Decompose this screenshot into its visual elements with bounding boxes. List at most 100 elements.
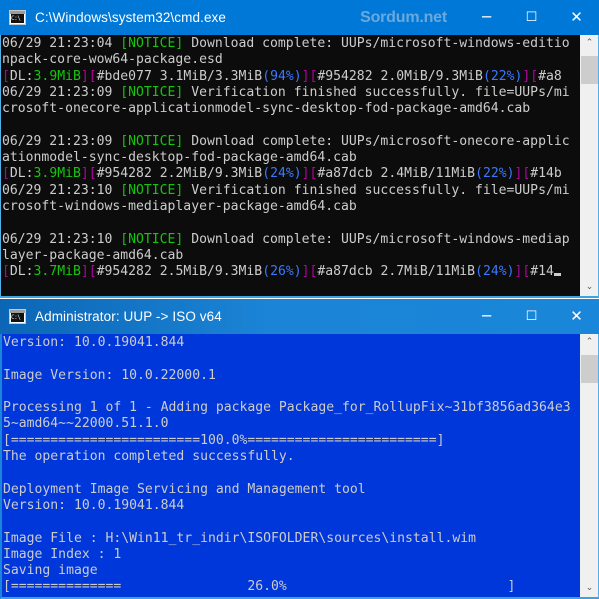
scrollbar-thumb[interactable] [581,355,598,383]
console-line: Image Index : 1 [3,547,580,563]
console-line: Deployment Image Servicing and Managemen… [3,482,580,498]
console-span: 5~amd64~~22000.51.1.0 [3,416,169,432]
console-span: [========================100.0%=========… [3,432,445,448]
sordum-watermark: Sordum.net [360,8,447,26]
console-span: 06/29 21:23:10 [2,231,121,247]
console-span: ] [80,264,89,280]
console-cursor [553,273,561,277]
console-line: 06/29 21:23:09 [NOTICE] Verification fin… [2,85,580,101]
console-line: npack-core-wow64-package.esd [2,52,580,68]
scroll-up-icon[interactable]: ⌃ [581,334,598,351]
console-span: 06/29 21:23:10 [2,182,121,198]
uup-titlebar[interactable]: Administrator: UUP -> ISO v64 ─ ☐ ✕ [0,299,599,334]
console-span: [NOTICE] [120,84,184,100]
console-line: [DL:3.9MiB][#bde077 3.1MiB/3.3MiB(94%)][… [2,69,580,85]
console-line: The operation completed successfully. [3,449,580,465]
console-span: Download complete: UUPs/microsoft-onecor… [183,133,570,149]
cmd-titlebar[interactable]: C:\Windows\system32\cmd.exe Sordum.net ─… [0,0,599,35]
console-span: (24%) [475,264,515,280]
console-span: (94%) [262,68,302,84]
scrollbar-thumb[interactable] [581,56,598,84]
uup-window-controls: ─ ☐ ✕ [464,299,599,334]
console-span: Download complete: UUPs/microsoft-window… [183,231,570,247]
cmd-console-area: 06/29 21:23:04 [NOTICE] Download complet… [0,35,599,298]
cmd-scrollbar[interactable]: ⌃ ⌄ [580,35,598,296]
console-span: Verification finished successfully. file… [183,84,570,100]
console-span: [ [88,264,97,280]
console-span: (22%) [482,68,523,84]
console-span: [ [2,68,10,84]
console-line: Version: 10.0.19041.844 [3,498,580,514]
cmd-app-icon[interactable] [9,10,26,25]
console-span: [ [88,68,97,84]
console-span: [NOTICE] [120,231,184,247]
console-span: npack-core-wow64-package.esd [2,52,223,68]
uup-window: Administrator: UUP -> ISO v64 ─ ☐ ✕ Vers… [0,299,599,599]
console-span: ] [80,68,89,84]
cmd-window-controls: ─ ☐ ✕ [464,0,599,35]
console-span: Saving image [3,563,98,579]
console-span: ] [301,166,310,182]
console-span: crosoft-onecore-applicationmodel-sync-de… [2,101,531,117]
console-span: Verification finished successfully. file… [183,182,570,198]
console-span: Processing 1 of 1 - Adding package Packa… [3,400,571,416]
cmd-app-icon[interactable] [9,309,26,324]
uup-console-output[interactable]: Version: 10.0.19041.844 Image Version: 1… [2,334,580,597]
console-span: Version: 10.0.19041.844 [3,335,185,350]
console-line: ationmodel-sync-desktop-fod-package-amd6… [2,150,580,166]
console-line: 06/29 21:23:10 [NOTICE] Download complet… [2,232,580,248]
console-span: Image Version: 10.0.22000.1 [3,367,216,383]
console-span: Image File : H:\Win11_tr_indir\ISOFOLDER… [3,530,476,546]
console-line: [============== 26.0% ] [3,579,580,595]
console-span: #954282 2.5MiB/9.3MiB [96,264,263,280]
console-span: crosoft-windows-mediaplayer-package-amd6… [2,198,357,214]
console-line: [========================100.0%=========… [3,433,580,449]
console-span: #a87dcb 2.4MiB/11MiB [317,166,476,182]
cmd-console-output[interactable]: 06/29 21:23:04 [NOTICE] Download complet… [1,35,580,296]
close-button[interactable]: ✕ [554,299,599,334]
close-button[interactable]: ✕ [554,0,599,35]
console-span: 3.9MiB [33,166,81,182]
console-line: Saving image [3,563,580,579]
console-span: #a87dcb 2.7MiB/11MiB [317,264,476,280]
console-span: ] [301,68,310,84]
console-span: #bde077 3.1MiB/3.3MiB [96,68,263,84]
minimize-button[interactable]: ─ [464,299,509,334]
cmd-window: C:\Windows\system32\cmd.exe Sordum.net ─… [0,0,599,298]
console-line: crosoft-windows-mediaplayer-package-amd6… [2,199,580,215]
console-line: layer-package-amd64.cab [2,248,580,264]
uup-window-title: Administrator: UUP -> ISO v64 [35,309,222,324]
uup-console-area: Version: 10.0.19041.844 Image Version: 1… [0,334,599,599]
console-span: 06/29 21:23:09 [2,84,121,100]
maximize-button[interactable]: ☐ [509,0,554,35]
scroll-down-icon[interactable]: ⌄ [581,580,598,597]
console-span: #14b [530,166,562,182]
console-line: crosoft-onecore-applicationmodel-sync-de… [2,101,580,117]
console-span: #a8 [538,68,562,84]
console-span: ] [301,264,310,280]
console-span: DL: [9,68,34,84]
console-span: 3.9MiB [33,68,81,84]
uup-scrollbar[interactable]: ⌃ ⌄ [580,334,598,597]
console-span: 06/29 21:23:04 [2,36,121,51]
console-span: (26%) [262,264,302,280]
console-span: Version: 10.0.19041.844 [3,497,185,513]
console-span: [ [2,166,10,182]
scroll-up-icon[interactable]: ⌃ [581,35,598,52]
console-span: [ [2,264,10,280]
console-span: (24%) [262,166,302,182]
console-line: [DL:3.9MiB][#954282 2.2MiB/9.3MiB(24%)][… [2,166,580,182]
console-line: 06/29 21:23:04 [NOTICE] Download complet… [2,36,580,52]
maximize-button[interactable]: ☐ [509,299,554,334]
console-line: 06/29 21:23:09 [NOTICE] Download complet… [2,134,580,150]
scroll-down-icon[interactable]: ⌄ [581,279,598,296]
console-span: ] [80,166,89,182]
console-span: 06/29 21:23:09 [2,133,121,149]
console-span: [============== 26.0% ] [3,579,516,595]
minimize-button[interactable]: ─ [464,0,509,35]
